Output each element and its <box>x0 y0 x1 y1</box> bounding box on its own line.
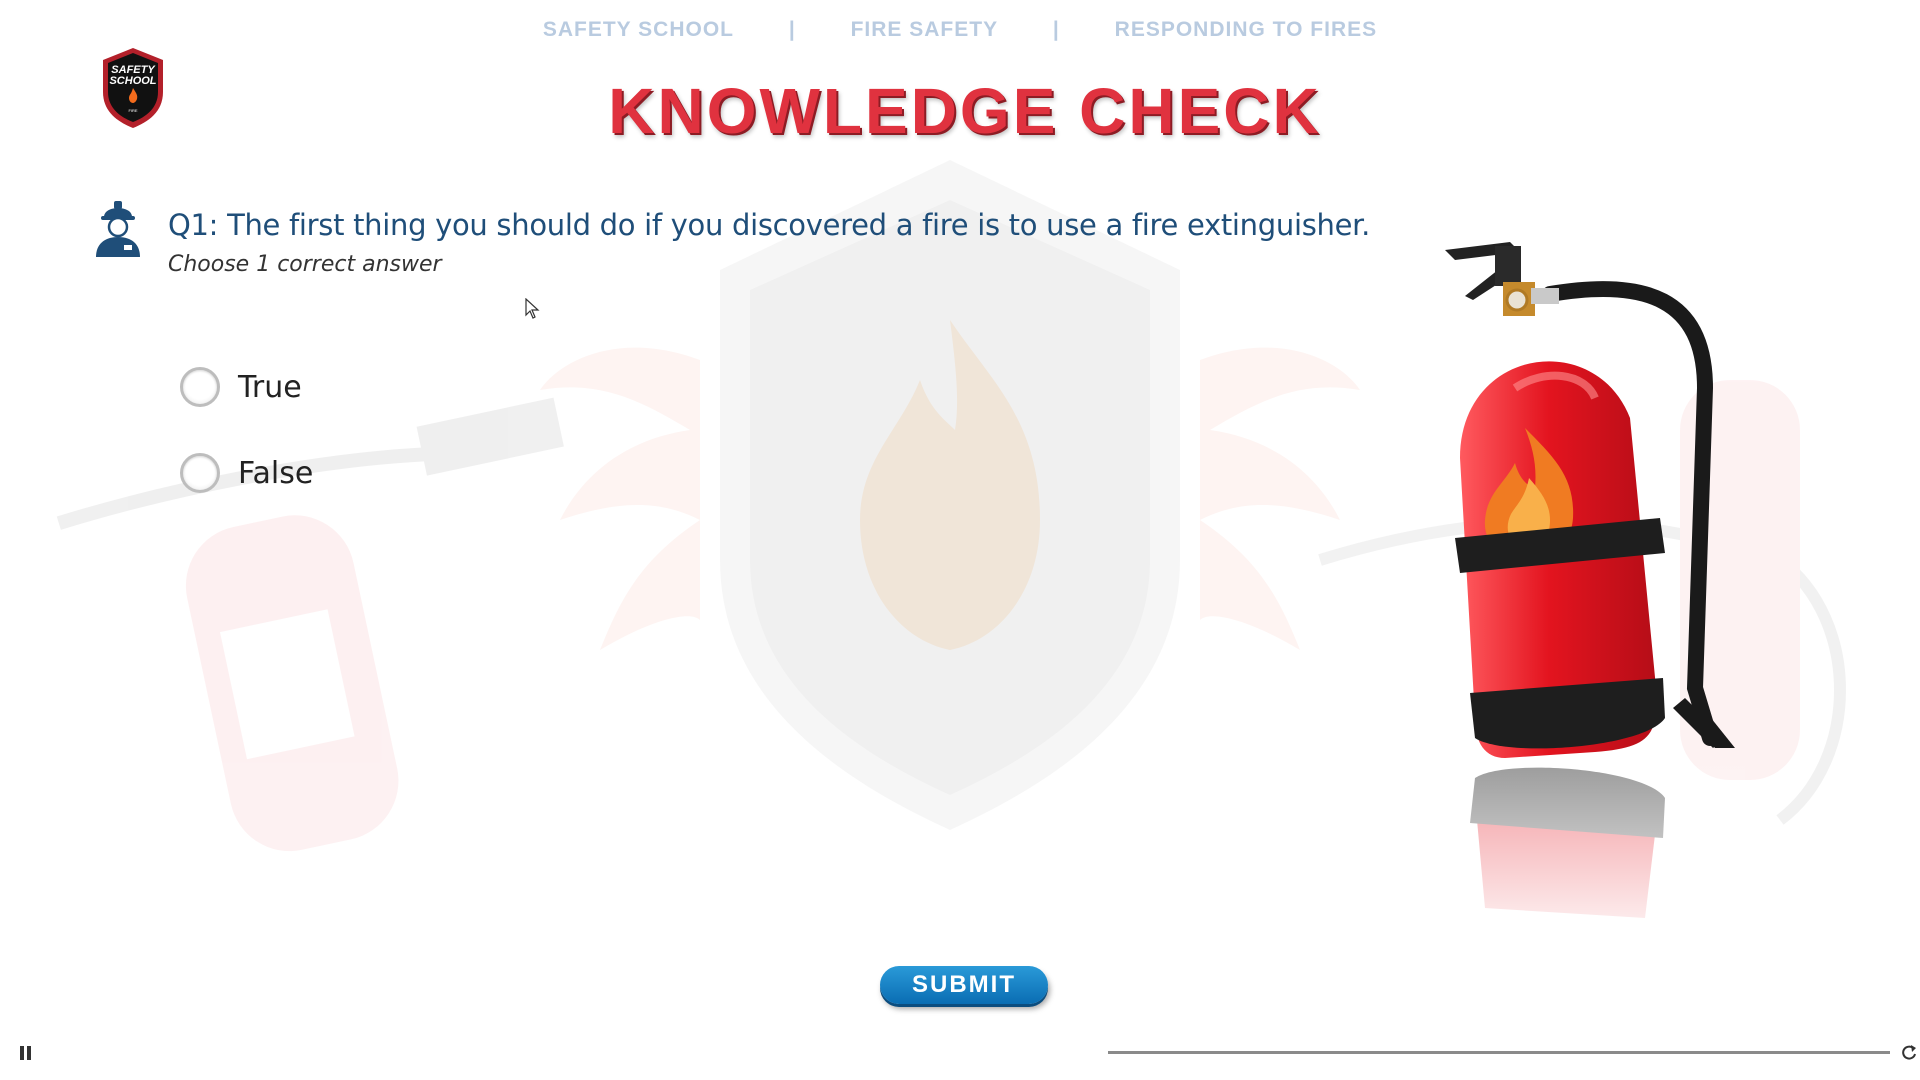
question-instruction: Choose 1 correct answer <box>168 252 442 277</box>
firefighter-icon <box>96 201 140 257</box>
breadcrumb-separator: | <box>1052 18 1060 41</box>
answer-label-true: True <box>238 369 302 405</box>
radio-button-true[interactable] <box>180 367 220 407</box>
breadcrumb-item-responding-to-fires: RESPONDING TO FIRES <box>1114 18 1378 41</box>
replay-icon[interactable] <box>1900 1043 1918 1061</box>
breadcrumb-item-safety-school: SAFETY SCHOOL <box>542 18 734 41</box>
submit-button[interactable]: SUBMIT <box>880 966 1048 1004</box>
fire-extinguisher-icon <box>1445 242 1745 958</box>
playback-progress-bar[interactable] <box>1108 1051 1890 1054</box>
mouse-cursor-icon <box>525 298 540 319</box>
radio-button-false[interactable] <box>180 453 220 493</box>
page-title: KNOWLEDGE CHECK <box>608 75 1322 147</box>
pause-icon[interactable] <box>20 1046 32 1060</box>
question-text: Q1: The first thing you should do if you… <box>168 208 1371 242</box>
breadcrumb-separator: | <box>788 18 796 41</box>
breadcrumb: SAFETY SCHOOL | FIRE SAFETY | RESPONDING… <box>0 18 1920 42</box>
answer-option-true[interactable]: True <box>180 367 302 407</box>
answer-option-false[interactable]: False <box>180 453 313 493</box>
breadcrumb-item-fire-safety: FIRE SAFETY <box>850 18 999 41</box>
answer-label-false: False <box>238 455 314 491</box>
